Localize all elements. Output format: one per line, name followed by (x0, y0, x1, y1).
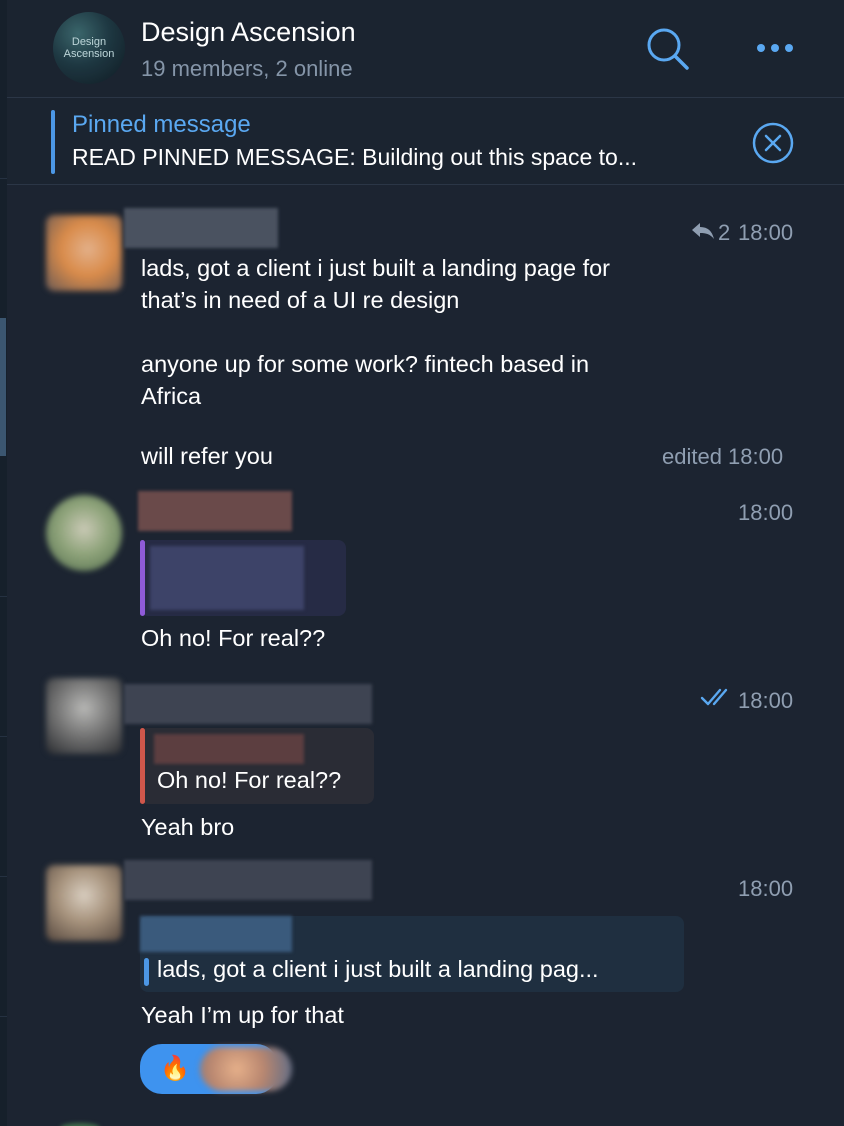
reply-text: lads, got a client i just built a landin… (157, 956, 599, 982)
chat-member-count: 19 members, 2 online (141, 56, 353, 81)
reply-accent-bar (144, 958, 149, 986)
pinned-text: READ PINNED MESSAGE: Building out this s… (72, 144, 638, 170)
reply-content-redacted (150, 546, 304, 610)
group-avatar[interactable]: Design Ascension (53, 12, 125, 84)
avatar[interactable] (46, 495, 122, 571)
reaction-chip[interactable]: 🔥 (140, 1044, 292, 1094)
message-text: Yeah I’m up for that (141, 1002, 344, 1028)
avatar[interactable] (46, 678, 122, 754)
message-list[interactable]: 2 18:00 lads, got a client i just built … (0, 185, 844, 1126)
reply-quote[interactable]: lads, got a client i just built a landin… (140, 916, 684, 992)
message-text: Oh no! For real?? (141, 625, 326, 651)
sidebar-divider (0, 178, 7, 179)
edited-time: edited 18:00 (662, 444, 784, 469)
pinned-title: Pinned message (72, 111, 251, 138)
group-avatar-text: Ascension (63, 48, 115, 60)
sender-name-redacted[interactable] (138, 491, 292, 531)
message-text: lads, got a client i just built a landin… (141, 255, 610, 281)
reply-quote[interactable] (140, 540, 346, 616)
double-check-icon (700, 688, 728, 706)
sender-name-redacted[interactable] (124, 860, 372, 900)
message-time: 18:00 (738, 688, 794, 713)
reply-sender-redacted (140, 916, 292, 952)
message-time: 18:00 (738, 220, 794, 245)
reply-sender-redacted (154, 734, 304, 764)
reply-arrow-icon (692, 223, 714, 239)
chat-header: Design Ascension Design Ascension 19 mem… (7, 0, 844, 98)
reactor-avatar-redacted (200, 1047, 292, 1091)
pinned-accent-bar (51, 110, 55, 174)
message-text: will refer you (141, 443, 273, 469)
sender-name-redacted[interactable] (124, 684, 372, 724)
reply-accent-bar (140, 540, 145, 616)
message-time: 18:00 (738, 500, 794, 525)
group-avatar-text: Design (71, 36, 107, 48)
reply-text: Oh no! For real?? (157, 767, 342, 793)
message-text: Yeah bro (141, 814, 235, 840)
search-icon[interactable] (645, 26, 691, 72)
sender-name-redacted[interactable] (124, 208, 278, 248)
close-circle-icon[interactable] (750, 120, 796, 166)
reply-quote[interactable]: Oh no! For real?? (140, 728, 374, 804)
message-time: 18:00 (738, 876, 794, 901)
message-text: that’s in need of a UI re design (141, 287, 460, 313)
reply-accent-bar (140, 728, 145, 804)
avatar[interactable] (46, 865, 122, 941)
avatar[interactable] (46, 215, 122, 291)
pinned-message-bar[interactable]: Pinned message READ PINNED MESSAGE: Buil… (7, 98, 844, 185)
message-text: Africa (141, 383, 202, 409)
chat-title[interactable]: Design Ascension (141, 17, 356, 48)
reaction-emoji: 🔥 (160, 1054, 190, 1082)
reply-count[interactable]: 2 (718, 220, 730, 246)
more-dots-icon[interactable] (751, 36, 799, 60)
message-text: anyone up for some work? fintech based i… (141, 351, 590, 377)
